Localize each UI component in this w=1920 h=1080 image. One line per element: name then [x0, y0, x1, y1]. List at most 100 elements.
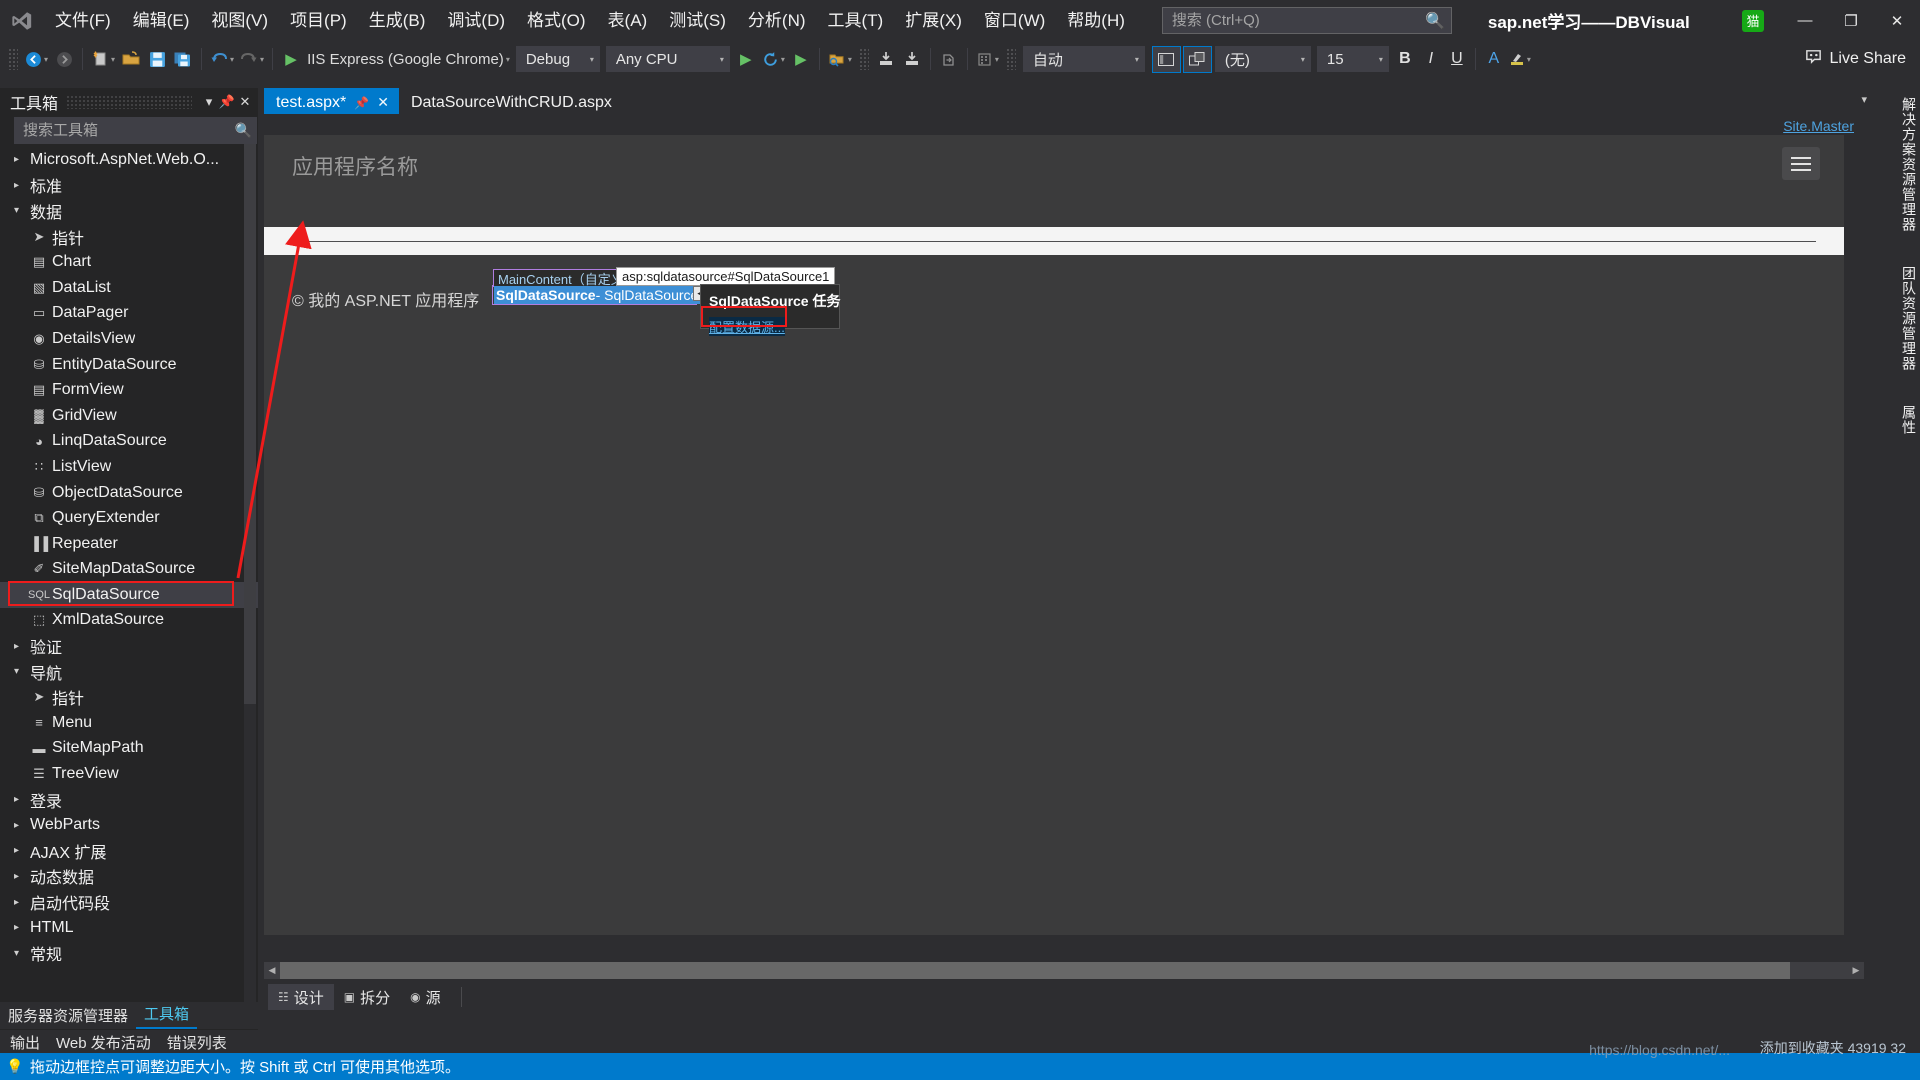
menu-edit[interactable]: 编辑(E) [122, 6, 201, 36]
open-file-icon[interactable] [118, 45, 144, 73]
chevron-right-icon[interactable] [14, 641, 30, 652]
toolbox-group-[interactable]: 导航 [0, 659, 258, 685]
save-all-icon[interactable] [170, 45, 196, 73]
new-item-icon[interactable]: ▾ [88, 45, 118, 73]
rail-tab-team-explorer[interactable]: 团队资源管理器 [1896, 257, 1920, 380]
master-page-link[interactable]: Site.Master [1783, 118, 1854, 134]
toolbox-item-datalist[interactable]: ▧ DataList [0, 275, 258, 301]
toolbox-item-gridview[interactable]: ▓ GridView [0, 403, 258, 429]
step-over-icon[interactable] [899, 45, 925, 73]
chevron-right-icon[interactable] [14, 871, 30, 882]
menu-window[interactable]: 窗口(W) [973, 6, 1056, 36]
continue-icon[interactable]: ▶ [788, 45, 814, 73]
toolbox-scrollbar-thumb[interactable] [244, 144, 256, 704]
toolbox-search[interactable]: 🔍 [14, 117, 257, 144]
toolbox-item-sitemappath[interactable]: ▬ SiteMapPath [0, 736, 258, 762]
undo-icon[interactable]: ▾ [207, 45, 237, 73]
toolbox-item-objectdatasource[interactable]: ⛁ ObjectDataSource [0, 480, 258, 506]
menu-debug[interactable]: 调试(D) [436, 6, 516, 36]
toolbox-item-[interactable]: ➤ 指针 [0, 684, 258, 710]
document-tab-datasourcewithcrud-aspx[interactable]: DataSourceWithCRUD.aspx [398, 88, 622, 117]
tab-split-view[interactable]: ▣ 拆分 [334, 984, 400, 1010]
italic-button[interactable]: I [1418, 46, 1444, 72]
highlight-icon[interactable]: ▾ [1507, 46, 1533, 72]
scroll-right-icon[interactable]: ▶ [1848, 962, 1864, 979]
chevron-right-icon[interactable] [14, 820, 30, 831]
step-out-icon[interactable] [936, 45, 962, 73]
sqldatasource-control-label[interactable]: SqlDataSource - SqlDataSource1 [494, 286, 709, 304]
live-share-button[interactable]: Live Share [1804, 47, 1906, 71]
menu-format[interactable]: 格式(O) [516, 6, 597, 36]
menu-analyze[interactable]: 分析(N) [737, 6, 817, 36]
chevron-down-icon[interactable] [14, 666, 30, 677]
hamburger-menu-icon[interactable] [1782, 147, 1820, 180]
comment-icon[interactable]: ▾ [973, 45, 1002, 73]
tab-toolbox[interactable]: 工具箱 [136, 1000, 198, 1029]
toolbox-item-xmldatasource[interactable]: ⬚ XmlDataSource [0, 608, 258, 634]
font-color-button[interactable]: A [1481, 46, 1507, 72]
navigate-back-icon[interactable]: ▾ [22, 45, 51, 73]
menu-help[interactable]: 帮助(H) [1056, 6, 1136, 36]
save-icon[interactable] [144, 45, 170, 73]
designer-horizontal-scrollbar[interactable]: ◀ ▶ [264, 962, 1864, 979]
step-into-icon[interactable] [873, 45, 899, 73]
toolbox-drag-dots[interactable] [66, 95, 192, 109]
toolbox-item-linqdatasource[interactable]: ◕ LinqDataSource [0, 429, 258, 455]
redo-icon[interactable]: ▾ [237, 45, 267, 73]
document-tab-test-aspx[interactable]: test.aspx* 📌 ✕ [264, 88, 399, 117]
toolbox-group-[interactable]: 启动代码段 [0, 889, 258, 915]
quick-launch-search[interactable]: 🔍 [1161, 7, 1452, 34]
toolbox-item-[interactable]: ➤ 指针 [0, 224, 258, 250]
target-schema-combo[interactable]: 自动 ▾ [1022, 46, 1145, 72]
platform-combo[interactable]: Any CPU ▾ [605, 46, 730, 72]
menu-test[interactable]: 测试(S) [658, 6, 737, 36]
underline-button[interactable]: U [1444, 46, 1470, 72]
menu-view[interactable]: 视图(V) [200, 6, 279, 36]
toolbox-scrollbar-track[interactable] [244, 144, 256, 1024]
split-view-toggle-icon[interactable] [1182, 45, 1212, 73]
toolbox-item-repeater[interactable]: ▐▐ Repeater [0, 531, 258, 557]
configure-data-source-link[interactable]: 配置数据源... [709, 317, 785, 336]
tab-server-explorer[interactable]: 服务器资源管理器 [0, 1002, 136, 1029]
design-canvas[interactable]: 应用程序名称 © 我的 ASP.NET 应用程序 [264, 135, 1844, 935]
toolbox-item-menu[interactable]: ≡ Menu [0, 710, 258, 736]
chevron-right-icon[interactable] [14, 897, 30, 908]
close-button[interactable]: ✕ [1874, 0, 1920, 41]
chevron-down-icon[interactable] [14, 205, 30, 216]
toolbar-grip[interactable] [858, 48, 869, 70]
tab-error-list[interactable]: 错误列表 [167, 1032, 227, 1053]
toolbox-item-datapager[interactable]: ▭ DataPager [0, 301, 258, 327]
menu-build[interactable]: 生成(B) [358, 6, 437, 36]
toolbox-item-sqldatasource[interactable]: SQL SqlDataSource [0, 582, 258, 608]
toolbox-item-listview[interactable]: ∷ ListView [0, 454, 258, 480]
toolbox-item-list[interactable]: Microsoft.AspNet.Web.O... 标准数据 ➤ 指针 ▤ Chart ▧ D… [0, 144, 258, 1003]
find-in-files-icon[interactable]: ▾ [825, 45, 855, 73]
start-target-label[interactable]: IIS Express (Google Chrome) ▾ [304, 45, 513, 73]
toolbox-item-queryextender[interactable]: ⧉ QueryExtender [0, 505, 258, 531]
toolbox-group-[interactable]: 动态数据 [0, 864, 258, 890]
chevron-down-icon[interactable]: ▾ [1861, 93, 1867, 106]
designer-hscroll-thumb[interactable] [280, 962, 1790, 979]
configuration-combo[interactable]: Debug ▾ [515, 46, 600, 72]
toolbox-group-webparts[interactable]: WebParts [0, 812, 258, 838]
toolbox-group-[interactable]: 常规 [0, 940, 258, 966]
menu-file[interactable]: 文件(F) [44, 6, 122, 36]
rail-tab-properties[interactable]: 属性 [1896, 396, 1920, 444]
chevron-right-icon[interactable] [14, 845, 30, 856]
close-icon[interactable]: ✕ [377, 94, 389, 111]
toolbar-grip[interactable] [1005, 48, 1016, 70]
style-combo[interactable]: (无) ▾ [1214, 46, 1311, 72]
tab-output[interactable]: 输出 [10, 1032, 40, 1053]
scroll-left-icon[interactable]: ◀ [264, 962, 280, 979]
menu-tools[interactable]: 工具(T) [817, 6, 895, 36]
chevron-right-icon[interactable] [14, 154, 30, 165]
chevron-down-icon[interactable]: ▾ [200, 94, 218, 110]
toolbox-item-sitemapdatasource[interactable]: ✐ SiteMapDataSource [0, 557, 258, 583]
web-form-designer[interactable]: Site.Master 应用程序名称 © 我的 ASP.NET 应用程序 Mai… [264, 114, 1864, 979]
rail-tab-solution-explorer[interactable]: 解决方案资源管理器 [1896, 88, 1920, 241]
toolbox-group-microsoft-aspnet-web-o[interactable]: Microsoft.AspNet.Web.O... [0, 147, 258, 173]
toolbox-group-[interactable]: 登录 [0, 787, 258, 813]
pin-icon[interactable]: 📌 [218, 94, 236, 110]
toolbox-item-detailsview[interactable]: ◉ DetailsView [0, 326, 258, 352]
chevron-down-icon[interactable] [14, 948, 30, 959]
